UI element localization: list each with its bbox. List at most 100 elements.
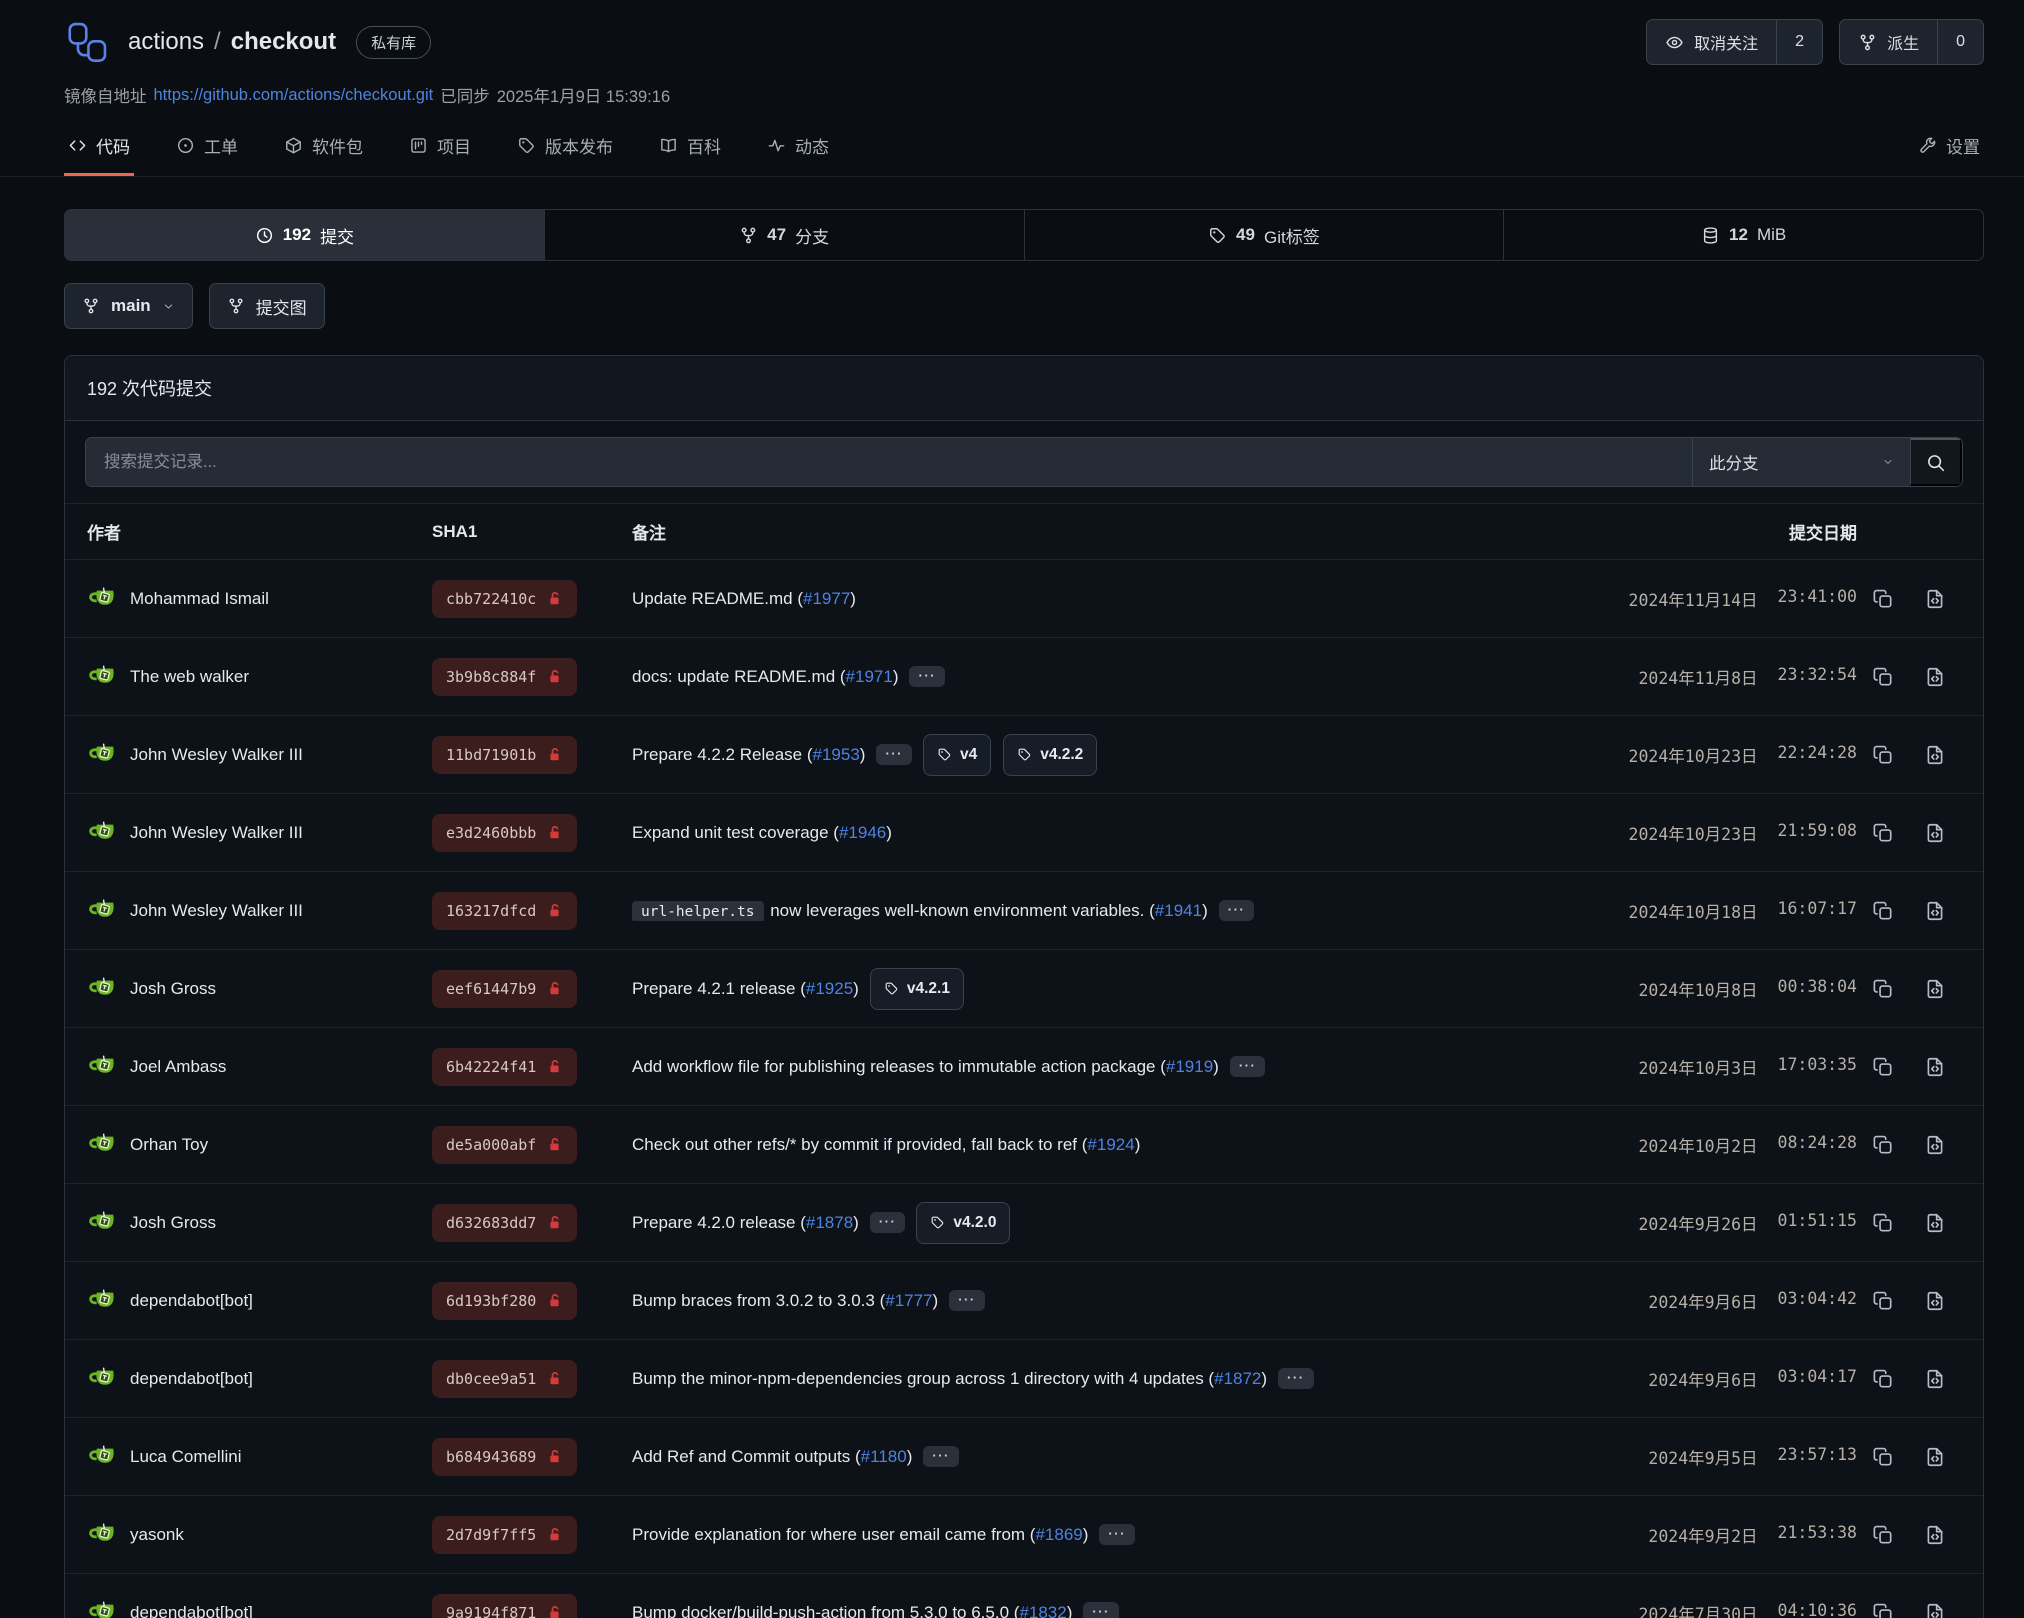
issue-link[interactable]: #1924 [1087,1135,1134,1154]
commit-sha-badge[interactable]: 11bd71901b [432,736,577,774]
commit-author[interactable]: dependabot[bot] [130,1369,253,1389]
commit-author[interactable]: Orhan Toy [130,1135,208,1155]
copy-sha-button[interactable] [1863,1125,1903,1165]
expand-commit-button[interactable]: ··· [909,666,945,687]
version-tag-button[interactable]: v4 [923,734,991,776]
repo-owner-link[interactable]: actions [128,28,204,56]
commit-author[interactable]: yasonk [130,1525,184,1545]
issue-link[interactable]: #1872 [1214,1369,1261,1388]
copy-sha-button[interactable] [1863,1593,1903,1618]
issue-link[interactable]: #1869 [1035,1525,1082,1544]
fork-count[interactable]: 0 [1937,20,1983,64]
tab-settings[interactable]: 设置 [1914,127,1984,176]
version-tag-button[interactable]: v4.2.1 [870,968,964,1010]
issue-link[interactable]: #1953 [813,745,860,764]
commit-sha-badge[interactable]: 3b9b8c884f [432,658,577,696]
commit-author[interactable]: The web walker [130,667,249,687]
expand-commit-button[interactable]: ··· [923,1446,959,1467]
tab-issues[interactable]: 工单 [172,127,242,176]
tab-projects[interactable]: 项目 [405,127,475,176]
issue-link[interactable]: #1180 [861,1447,907,1466]
stat-size[interactable]: 12 MiB [1503,210,1983,260]
branch-selector[interactable]: main [64,283,193,329]
issue-link[interactable]: #1971 [846,667,893,686]
commit-author[interactable]: John Wesley Walker III [130,901,303,921]
commit-sha-badge[interactable]: 2d7d9f7ff5 [432,1516,577,1554]
commit-sha-badge[interactable]: eef61447b9 [432,970,577,1008]
commit-sha-badge[interactable]: 9a9194f871 [432,1594,577,1618]
stat-branches[interactable]: 47 分支 [544,210,1024,260]
repo-name-link[interactable]: checkout [231,28,336,56]
copy-sha-button[interactable] [1863,1515,1903,1555]
view-file-at-commit-button[interactable] [1915,813,1955,853]
commit-author[interactable]: John Wesley Walker III [130,823,303,843]
view-file-at-commit-button[interactable] [1915,1359,1955,1399]
view-file-at-commit-button[interactable] [1915,1515,1955,1555]
view-file-at-commit-button[interactable] [1915,657,1955,697]
commit-author[interactable]: Josh Gross [130,979,216,999]
copy-sha-button[interactable] [1863,969,1903,1009]
commit-author[interactable]: Mohammad Ismail [130,589,269,609]
watch-count[interactable]: 2 [1776,20,1822,64]
copy-sha-button[interactable] [1863,1203,1903,1243]
copy-sha-button[interactable] [1863,657,1903,697]
view-file-at-commit-button[interactable] [1915,1125,1955,1165]
commit-sha-badge[interactable]: e3d2460bbb [432,814,577,852]
view-file-at-commit-button[interactable] [1915,1437,1955,1477]
copy-sha-button[interactable] [1863,735,1903,775]
copy-sha-button[interactable] [1863,1437,1903,1477]
commit-sha-badge[interactable]: 6d193bf280 [432,1282,577,1320]
view-file-at-commit-button[interactable] [1915,579,1955,619]
fork-button[interactable]: 派生 0 [1839,19,1984,65]
copy-sha-button[interactable] [1863,1281,1903,1321]
issue-link[interactable]: #1946 [839,823,886,842]
expand-commit-button[interactable]: ··· [876,744,912,765]
commit-author[interactable]: Joel Ambass [130,1057,226,1077]
commit-author[interactable]: John Wesley Walker III [130,745,303,765]
copy-sha-button[interactable] [1863,579,1903,619]
version-tag-button[interactable]: v4.2.0 [916,1202,1010,1244]
commit-search-button[interactable] [1910,438,1962,486]
commit-author[interactable]: Josh Gross [130,1213,216,1233]
commit-author[interactable]: dependabot[bot] [130,1291,253,1311]
branch-scope-dropdown[interactable]: 此分支 [1692,438,1910,486]
expand-commit-button[interactable]: ··· [1083,1602,1119,1618]
view-file-at-commit-button[interactable] [1915,1203,1955,1243]
copy-sha-button[interactable] [1863,1359,1903,1399]
view-file-at-commit-button[interactable] [1915,735,1955,775]
commit-sha-badge[interactable]: d632683dd7 [432,1204,577,1242]
expand-commit-button[interactable]: ··· [1219,900,1255,921]
version-tag-button[interactable]: v4.2.2 [1003,734,1097,776]
commit-graph-button[interactable]: 提交图 [209,283,325,329]
copy-sha-button[interactable] [1863,891,1903,931]
expand-commit-button[interactable]: ··· [1278,1368,1314,1389]
commit-sha-badge[interactable]: 6b42224f41 [432,1048,577,1086]
stat-tags[interactable]: 49 Git标签 [1024,210,1504,260]
commit-sha-badge[interactable]: cbb722410c [432,580,577,618]
view-file-at-commit-button[interactable] [1915,891,1955,931]
tab-wiki[interactable]: 百科 [655,127,725,176]
view-file-at-commit-button[interactable] [1915,1047,1955,1087]
expand-commit-button[interactable]: ··· [1230,1056,1266,1077]
expand-commit-button[interactable]: ··· [870,1212,906,1233]
commit-sha-badge[interactable]: 163217dfcd [432,892,577,930]
issue-link[interactable]: #1832 [1019,1603,1066,1618]
copy-sha-button[interactable] [1863,813,1903,853]
stat-commits[interactable]: 192 提交 [65,210,544,260]
view-file-at-commit-button[interactable] [1915,1281,1955,1321]
commit-author[interactable]: dependabot[bot] [130,1603,253,1618]
issue-link[interactable]: #1777 [885,1291,932,1310]
tab-packages[interactable]: 软件包 [280,127,367,176]
expand-commit-button[interactable]: ··· [949,1290,985,1311]
issue-link[interactable]: #1878 [806,1213,853,1232]
tab-activity[interactable]: 动态 [763,127,833,176]
unwatch-button[interactable]: 取消关注 2 [1646,19,1823,65]
tab-code[interactable]: 代码 [64,127,134,176]
issue-link[interactable]: #1919 [1166,1057,1213,1076]
issue-link[interactable]: #1925 [806,979,853,998]
view-file-at-commit-button[interactable] [1915,969,1955,1009]
tab-releases[interactable]: 版本发布 [513,127,617,176]
commit-sha-badge[interactable]: b684943689 [432,1438,577,1476]
view-file-at-commit-button[interactable] [1915,1593,1955,1618]
commit-sha-badge[interactable]: de5a000abf [432,1126,577,1164]
